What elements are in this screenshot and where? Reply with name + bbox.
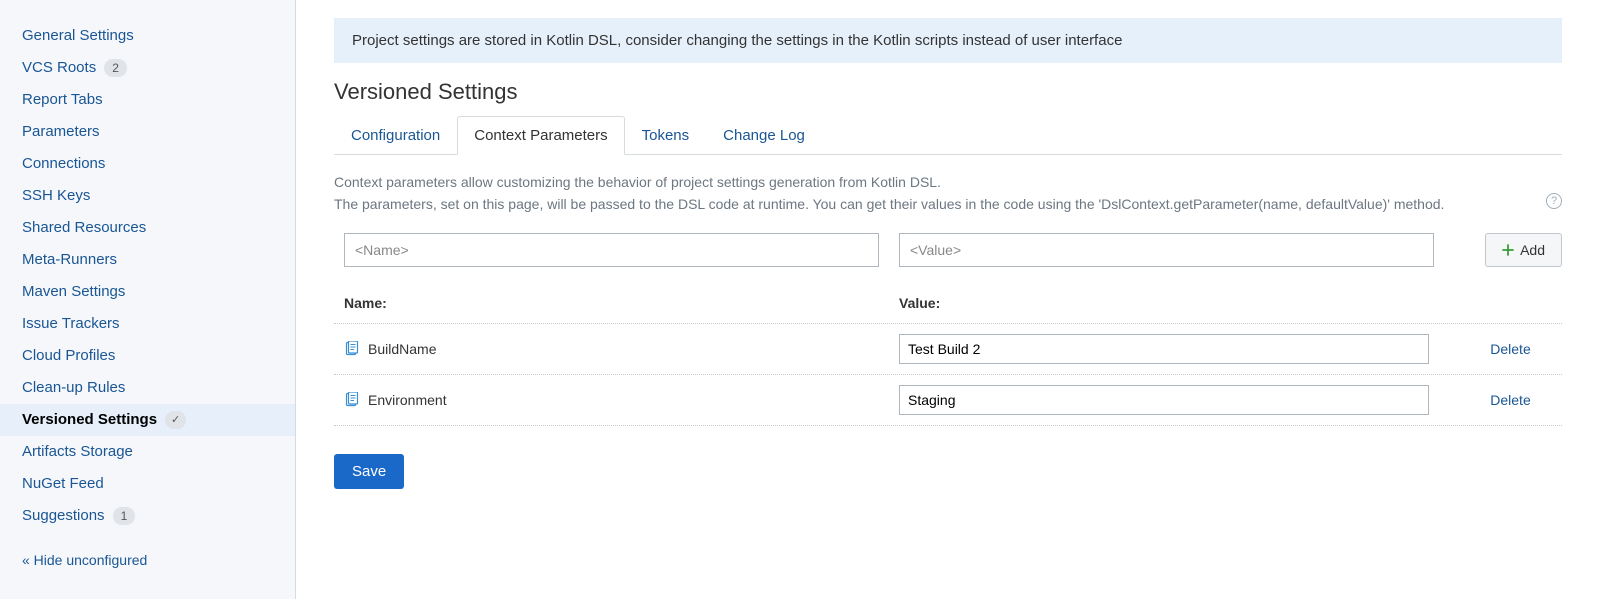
sidebar-item-issue-trackers[interactable]: Issue Trackers	[0, 308, 295, 340]
description: Context parameters allow customizing the…	[334, 171, 1562, 215]
tabs: ConfigurationContext ParametersTokensCha…	[334, 115, 1562, 155]
sidebar-item-meta-runners[interactable]: Meta-Runners	[0, 244, 295, 276]
new-param-name-input[interactable]	[344, 233, 879, 267]
save-button[interactable]: Save	[334, 454, 404, 489]
sidebar-item-badge: 1	[113, 507, 136, 525]
sidebar-item-vcs-roots[interactable]: VCS Roots 2	[0, 52, 295, 84]
tab-context-parameters[interactable]: Context Parameters	[457, 116, 624, 155]
sidebar-item-shared-resources[interactable]: Shared Resources	[0, 212, 295, 244]
sidebar-item-label: SSH Keys	[22, 186, 90, 206]
delete-link[interactable]: Delete	[1490, 392, 1530, 408]
sidebar-item-versioned-settings[interactable]: Versioned Settings ✓	[0, 404, 295, 436]
help-icon[interactable]: ?	[1546, 193, 1562, 209]
sidebar-item-label: VCS Roots	[22, 58, 96, 78]
sidebar-item-label: NuGet Feed	[22, 474, 104, 494]
sidebar-item-label: Artifacts Storage	[22, 442, 133, 462]
params-table: Name: Value: BuildName Delete Environment D…	[334, 295, 1562, 426]
sidebar-item-parameters[interactable]: Parameters	[0, 116, 295, 148]
edited-icon: ✓	[165, 411, 186, 429]
new-param-value-input[interactable]	[899, 233, 1434, 267]
tab-configuration[interactable]: Configuration	[334, 116, 457, 155]
param-value-input[interactable]	[899, 334, 1429, 364]
sidebar: General Settings VCS Roots 2Report Tabs Par…	[0, 0, 296, 599]
sidebar-item-label: Parameters	[22, 122, 100, 142]
sidebar-item-cloud-profiles[interactable]: Cloud Profiles	[0, 340, 295, 372]
page-title: Versioned Settings	[334, 79, 1562, 105]
sidebar-item-badge: 2	[104, 59, 127, 77]
column-header-name: Name:	[344, 295, 899, 311]
sidebar-item-label: General Settings	[22, 26, 134, 46]
add-button[interactable]: Add	[1485, 233, 1562, 267]
sidebar-item-label: Issue Trackers	[22, 314, 120, 334]
tab-change-log[interactable]: Change Log	[706, 116, 822, 155]
sidebar-item-suggestions[interactable]: Suggestions 1	[0, 500, 295, 532]
sidebar-item-label: Meta-Runners	[22, 250, 117, 270]
sidebar-item-label: Clean-up Rules	[22, 378, 125, 398]
kotlin-dsl-notice: Project settings are stored in Kotlin DS…	[334, 18, 1562, 63]
sidebar-item-ssh-keys[interactable]: SSH Keys	[0, 180, 295, 212]
column-header-value: Value:	[899, 295, 1439, 311]
plus-icon	[1502, 244, 1514, 256]
param-row: Environment Delete	[334, 375, 1562, 426]
sidebar-item-general-settings[interactable]: General Settings	[0, 20, 295, 52]
add-param-row: Add	[334, 233, 1562, 267]
sidebar-item-maven-settings[interactable]: Maven Settings	[0, 276, 295, 308]
main-content: Project settings are stored in Kotlin DS…	[296, 0, 1600, 599]
sidebar-item-label: Suggestions	[22, 506, 105, 526]
sidebar-item-label: Versioned Settings	[22, 410, 157, 430]
add-button-label: Add	[1520, 242, 1545, 258]
param-icon	[344, 341, 360, 357]
sidebar-item-label: Shared Resources	[22, 218, 146, 238]
hide-unconfigured-link[interactable]: « Hide unconfigured	[0, 538, 295, 582]
sidebar-item-nuget-feed[interactable]: NuGet Feed	[0, 468, 295, 500]
sidebar-item-label: Maven Settings	[22, 282, 125, 302]
sidebar-item-clean-up-rules[interactable]: Clean-up Rules	[0, 372, 295, 404]
param-icon	[344, 392, 360, 408]
sidebar-item-report-tabs[interactable]: Report Tabs	[0, 84, 295, 116]
delete-link[interactable]: Delete	[1490, 341, 1530, 357]
sidebar-item-label: Connections	[22, 154, 105, 174]
sidebar-item-connections[interactable]: Connections	[0, 148, 295, 180]
param-name: BuildName	[368, 341, 436, 357]
sidebar-item-label: Cloud Profiles	[22, 346, 115, 366]
description-line1: Context parameters allow customizing the…	[334, 174, 941, 190]
sidebar-item-label: Report Tabs	[22, 90, 103, 110]
tab-tokens[interactable]: Tokens	[625, 116, 707, 155]
param-name: Environment	[368, 392, 447, 408]
params-header: Name: Value:	[334, 295, 1562, 324]
param-value-input[interactable]	[899, 385, 1429, 415]
param-row: BuildName Delete	[334, 324, 1562, 375]
description-line2: The parameters, set on this page, will b…	[334, 196, 1444, 212]
sidebar-item-artifacts-storage[interactable]: Artifacts Storage	[0, 436, 295, 468]
